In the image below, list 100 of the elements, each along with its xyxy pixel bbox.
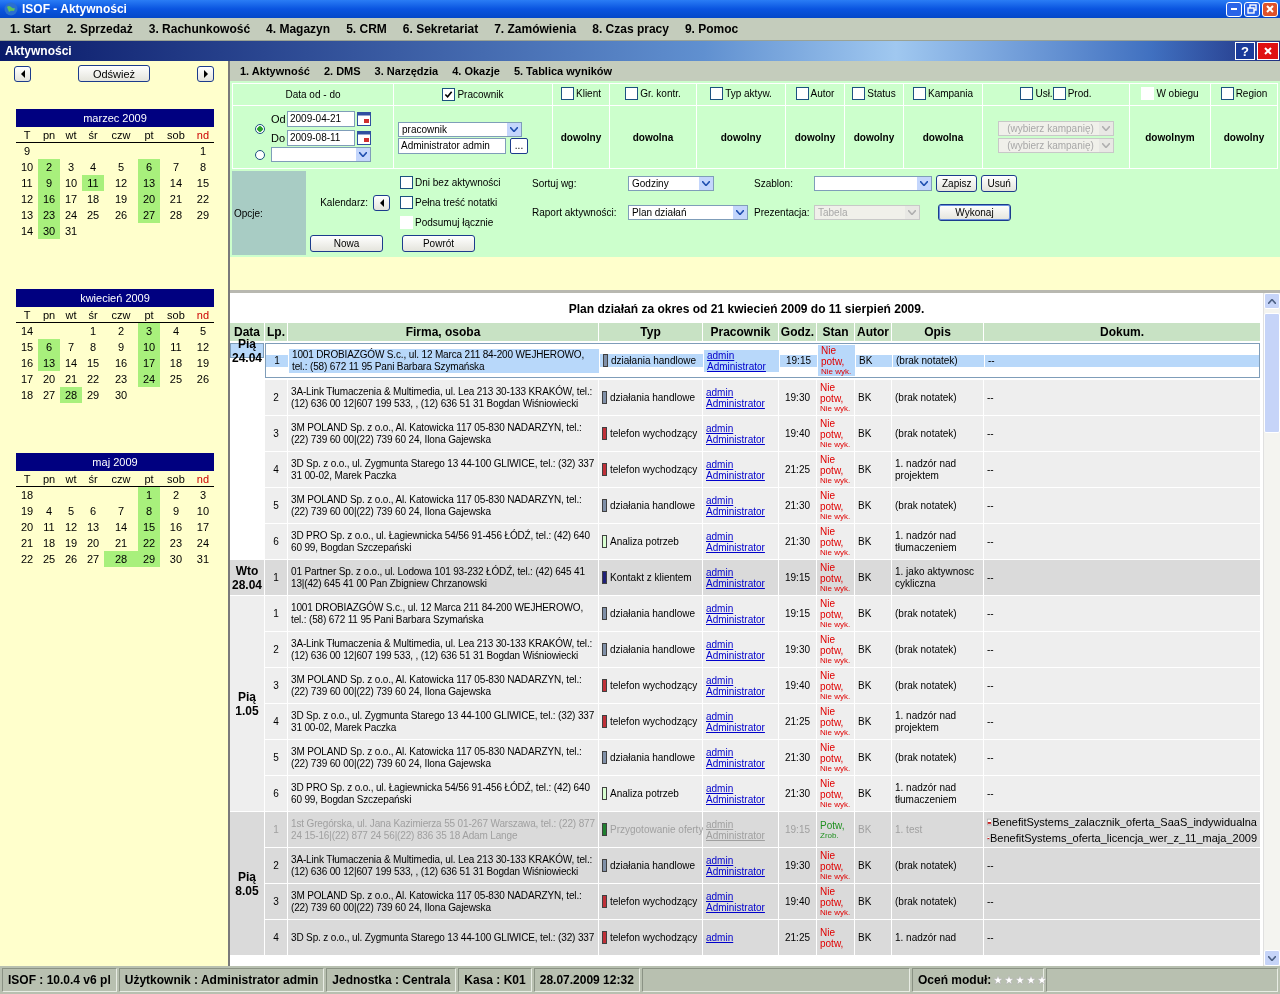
user-link[interactable]: admin: [706, 458, 775, 470]
checkbox[interactable]: [1052, 87, 1066, 100]
calendar-day[interactable]: 19: [104, 191, 139, 207]
user-link[interactable]: admin: [706, 854, 775, 866]
calendar-day[interactable]: 4: [160, 322, 192, 339]
tab[interactable]: 3. Narzędzia: [374, 65, 439, 77]
calendar-day[interactable]: 3: [60, 159, 82, 175]
column-header[interactable]: Autor: [855, 323, 891, 341]
calendar-day[interactable]: 15: [191, 175, 214, 191]
calendar-day[interactable]: 18: [160, 355, 192, 371]
calendar-day[interactable]: 7: [160, 159, 192, 175]
calendar-day[interactable]: 13: [138, 175, 161, 191]
calendar-day[interactable]: 21: [160, 191, 192, 207]
calendar-day[interactable]: 27: [138, 207, 161, 223]
tab[interactable]: 2. DMS: [323, 65, 361, 77]
star-rating[interactable]: [993, 975, 1048, 985]
calendar-day[interactable]: 31: [191, 551, 214, 567]
user-link[interactable]: admin: [706, 530, 775, 542]
user-link[interactable]: admin: [706, 566, 775, 578]
calendar-day[interactable]: 27: [82, 551, 104, 567]
star-icon[interactable]: [1004, 975, 1015, 985]
menu-item[interactable]: 9. Pomoc: [684, 22, 739, 36]
calendar-day[interactable]: 1: [82, 322, 104, 339]
menu-item[interactable]: 7. Zamówienia: [494, 22, 577, 36]
calendar-day[interactable]: 16: [104, 355, 139, 371]
user-link[interactable]: Administrator: [706, 649, 775, 661]
user-link[interactable]: admin: [707, 349, 776, 361]
user-link[interactable]: admin: [706, 782, 775, 794]
calendar-day[interactable]: 4: [38, 503, 60, 519]
checkbox[interactable]: [710, 87, 724, 100]
user-link[interactable]: Administrator: [706, 577, 775, 589]
user-link[interactable]: Administrator: [706, 721, 775, 733]
checkbox[interactable]: [400, 176, 413, 189]
menu-item[interactable]: 2. Sprzedaż: [66, 22, 133, 36]
calendar-day[interactable]: 31: [60, 223, 82, 239]
menu-item[interactable]: 5. CRM: [346, 22, 387, 36]
dropdown[interactable]: Plan działań: [628, 204, 748, 220]
calendar-day[interactable]: 21: [60, 371, 82, 387]
calendar-day[interactable]: 28: [160, 207, 192, 223]
save-button[interactable]: Zapisz: [936, 175, 978, 192]
checkbox[interactable]: [442, 88, 456, 101]
calendar-day[interactable]: 13: [82, 519, 104, 535]
user-link[interactable]: Administrator: [706, 613, 775, 625]
calendar-day[interactable]: 15: [138, 519, 161, 535]
calendar-day[interactable]: 14: [60, 355, 82, 371]
minimize-button[interactable]: [1226, 1, 1242, 17]
menu-item[interactable]: 4. Magazyn: [266, 22, 331, 36]
close-button[interactable]: [1257, 42, 1279, 60]
document-link[interactable]: BenefitSystems_zalacznik_oferta_SaaS_indywidualna: [992, 815, 1257, 828]
user-link[interactable]: Administrator: [706, 505, 775, 517]
column-header[interactable]: Typ: [599, 323, 702, 341]
calendar-day[interactable]: 9: [104, 339, 139, 355]
user-link[interactable]: admin: [706, 746, 775, 758]
calendar-day[interactable]: 10: [60, 175, 82, 191]
calendar-day[interactable]: 12: [104, 175, 139, 191]
calendar-day[interactable]: 22: [82, 371, 104, 387]
calendar-day[interactable]: 11: [82, 175, 104, 191]
calendar-day[interactable]: 5: [191, 322, 214, 339]
menu-item[interactable]: 1. Start: [10, 22, 51, 36]
browse-button[interactable]: ...: [510, 137, 528, 154]
calendar-day[interactable]: 13: [38, 355, 60, 371]
column-header[interactable]: Dokum.: [984, 323, 1260, 341]
calendar-day[interactable]: 20: [82, 535, 104, 551]
calendar-day[interactable]: 29: [82, 387, 104, 403]
calendar-day[interactable]: 23: [104, 371, 139, 387]
date-field[interactable]: 2009-04-21: [287, 111, 355, 127]
radio-button[interactable]: [255, 123, 265, 134]
checkbox[interactable]: [625, 87, 639, 100]
calendar-day[interactable]: 12: [60, 519, 82, 535]
calendar-day[interactable]: 9: [38, 175, 60, 191]
user-link[interactable]: Administrator: [706, 397, 775, 409]
calendar-day[interactable]: 2: [38, 159, 60, 175]
star-icon[interactable]: [1026, 975, 1037, 985]
delete-button[interactable]: Usuń: [981, 175, 1017, 192]
calendar-day[interactable]: 16: [160, 519, 192, 535]
new-button[interactable]: Nowa: [310, 234, 383, 252]
calendar-day[interactable]: 16: [38, 191, 60, 207]
calendar-day[interactable]: 19: [60, 535, 82, 551]
user-link[interactable]: Administrator: [706, 469, 775, 481]
calendar-day[interactable]: 14: [104, 519, 139, 535]
user-link[interactable]: Administrator: [706, 865, 775, 877]
back-button[interactable]: Powrót: [402, 234, 475, 252]
calendar-day[interactable]: 5: [60, 503, 82, 519]
previous-button[interactable]: [14, 65, 31, 82]
calendar-day[interactable]: 1: [191, 142, 214, 159]
user-link[interactable]: admin: [706, 710, 775, 722]
user-link[interactable]: Administrator: [707, 360, 776, 372]
calendar-day[interactable]: 2: [104, 322, 139, 339]
calendar-day[interactable]: 4: [82, 159, 104, 175]
calendar-day[interactable]: 28: [104, 551, 139, 567]
star-icon[interactable]: [993, 975, 1004, 985]
user-link[interactable]: admin: [706, 638, 775, 650]
star-icon[interactable]: [1037, 975, 1048, 985]
calendar-day[interactable]: 17: [138, 355, 161, 371]
calendar-day[interactable]: 2: [160, 486, 192, 503]
employee-field[interactable]: Administrator admin: [398, 137, 506, 154]
calendar-day[interactable]: 15: [82, 355, 104, 371]
restore-button[interactable]: [1244, 1, 1260, 17]
checkbox[interactable]: [1220, 87, 1234, 100]
calendar-day[interactable]: 26: [60, 551, 82, 567]
